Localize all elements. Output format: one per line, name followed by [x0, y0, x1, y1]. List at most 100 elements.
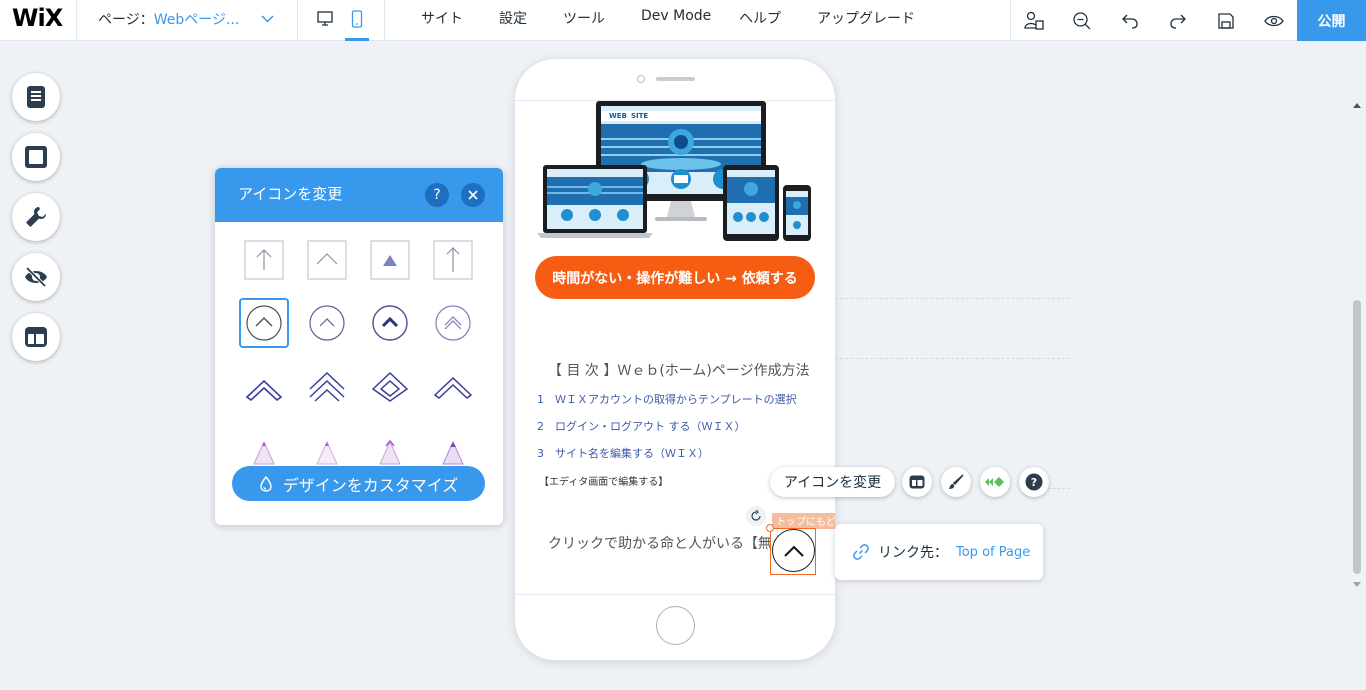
phone-top-bezel [515, 59, 835, 101]
icon-option-diamond-chevron[interactable] [365, 362, 415, 412]
icon-option-stacked-chevron[interactable] [302, 362, 352, 412]
chevron-up-icon [433, 376, 473, 399]
rotate-handle[interactable] [746, 506, 766, 526]
stage-scrollbar[interactable] [1350, 100, 1364, 590]
paintbrush-icon [949, 474, 964, 489]
layout-icon [25, 327, 47, 347]
tools-button[interactable] [12, 193, 60, 241]
zoom-out-icon [1073, 11, 1091, 29]
scroll-up-arrow-icon [1353, 103, 1361, 108]
close-icon [468, 190, 478, 200]
design-button[interactable] [941, 467, 971, 497]
menu-upgrade[interactable]: アップグレード [817, 8, 915, 28]
preview-button[interactable] [1250, 0, 1298, 41]
icon-option-chevron-square[interactable] [302, 235, 352, 285]
undo-button[interactable] [1106, 0, 1154, 41]
mobile-preview-frame: WEB SITE 時間がない・操作が難しい → 依頼する 【 目 次 】Ｗｅｂ(… [515, 59, 835, 660]
svg-text:WEB: WEB [609, 112, 627, 120]
icon-option-arrow-up-square-alt[interactable] [428, 235, 478, 285]
chevron-up-circle-icon [246, 305, 282, 341]
background-button[interactable] [12, 133, 60, 181]
menu-help[interactable]: ヘルプ [739, 8, 781, 28]
icon-option-thick-chevron[interactable] [239, 362, 289, 412]
chevron-up-icon [245, 379, 283, 401]
redo-button[interactable] [1154, 0, 1202, 41]
chevron-up-circle-icon [372, 305, 408, 341]
triangle-up-icon [370, 240, 410, 280]
link-destination-tooltip[interactable]: リンク先： Top of Page [835, 524, 1043, 580]
icon-option-chevron-circle-bold[interactable] [365, 298, 415, 348]
page-selector-value: Webページ... [153, 12, 240, 28]
camera-dot [637, 75, 645, 83]
redo-icon [1170, 14, 1186, 29]
layout-settings-button[interactable] [902, 467, 932, 497]
zoom-out-button[interactable] [1058, 0, 1106, 41]
menu-tools[interactable]: ツール [563, 8, 605, 28]
anchor-label: トップにもどる [772, 513, 835, 529]
icon-option-triangle-square[interactable] [365, 235, 415, 285]
link-value: Top of Page [956, 544, 1031, 560]
close-button[interactable] [461, 183, 485, 207]
toc-link[interactable]: 2 ログイン・ログアウト する（ＷＩＸ） [537, 418, 746, 434]
help-button[interactable]: ? [425, 183, 449, 207]
diamond-chevron-icon [371, 371, 409, 402]
toc-link[interactable]: 1 ＷＩＸアカウントの取得からテンプレートの選択 [537, 391, 797, 407]
customize-design-label: デザインをカスタマイズ [282, 475, 459, 495]
mobile-icon [351, 10, 363, 28]
menu-dev-mode[interactable]: Dev Mode [641, 8, 711, 24]
chevron-up-icon [307, 240, 347, 280]
icon-option-chevron-circle-selected[interactable] [239, 298, 289, 348]
triangle-up-icon [379, 439, 401, 465]
page-selector-label: ページ： [98, 12, 154, 28]
paragraph-text[interactable]: クリックで助かる命と人がいる【無料 [548, 533, 773, 553]
icon-option-outline-chevron[interactable] [428, 362, 478, 412]
selection-frame [770, 528, 816, 575]
menu-settings[interactable]: 設定 [499, 8, 527, 28]
animation-icon [985, 477, 1004, 487]
phone-home-button [656, 606, 695, 645]
help-button[interactable]: ? [1019, 467, 1049, 497]
panel-title: アイコンを変更 [238, 185, 343, 203]
request-cta-button[interactable]: 時間がない・操作が難しい → 依頼する [535, 256, 815, 299]
divider [297, 0, 298, 41]
publish-button[interactable]: 公開 [1297, 0, 1366, 41]
desktop-view-button[interactable] [312, 7, 338, 31]
responsive-devices-illustration: WEB SITE [537, 101, 811, 241]
animation-button[interactable] [980, 467, 1010, 497]
mobile-view-button[interactable] [344, 7, 370, 31]
layout-icon [909, 475, 925, 489]
hidden-elements-button[interactable] [12, 253, 60, 301]
arrow-up-icon [244, 240, 284, 280]
save-button[interactable] [1202, 0, 1250, 41]
eye-icon [1264, 15, 1284, 26]
customize-design-button[interactable]: デザインをカスタマイズ [232, 466, 485, 501]
wix-logo: WiX [12, 4, 63, 32]
rotate-icon [751, 510, 761, 521]
layout-button[interactable] [12, 313, 60, 361]
link-icon [853, 544, 869, 560]
divider [76, 0, 77, 41]
panel-header: アイコンを変更 ? [215, 168, 503, 222]
svg-text:?: ? [1031, 476, 1037, 489]
resize-handle[interactable] [766, 524, 774, 532]
active-view-indicator [345, 38, 369, 41]
arrow-up-icon [433, 240, 473, 280]
divider [384, 0, 385, 41]
menu-site[interactable]: サイト [421, 8, 463, 28]
triangle-up-icon [316, 440, 338, 465]
icon-option-double-chevron-circle[interactable] [428, 298, 478, 348]
icon-option-arrow-up-square[interactable] [239, 235, 289, 285]
top-bar: WiX ページ： Webページ... サイト 設定 ツール Dev Mode ヘ… [0, 0, 1366, 41]
icon-option-chevron-circle-thin[interactable] [302, 298, 352, 348]
double-chevron-up-icon [309, 371, 345, 402]
scrollbar-thumb[interactable] [1353, 300, 1361, 574]
toc-link[interactable]: 3 サイト名を編集する（ＷＩＸ） [537, 445, 709, 461]
page-selector[interactable]: ページ： Webページ... [98, 8, 274, 30]
hero-image[interactable]: WEB SITE [535, 99, 815, 244]
change-icon-button[interactable]: アイコンを変更 [770, 467, 895, 497]
pages-button[interactable] [12, 73, 60, 121]
roles-button[interactable] [1010, 0, 1058, 41]
triangle-up-icon [442, 440, 464, 465]
section-guide [835, 298, 1070, 299]
eye-off-icon [25, 266, 47, 288]
